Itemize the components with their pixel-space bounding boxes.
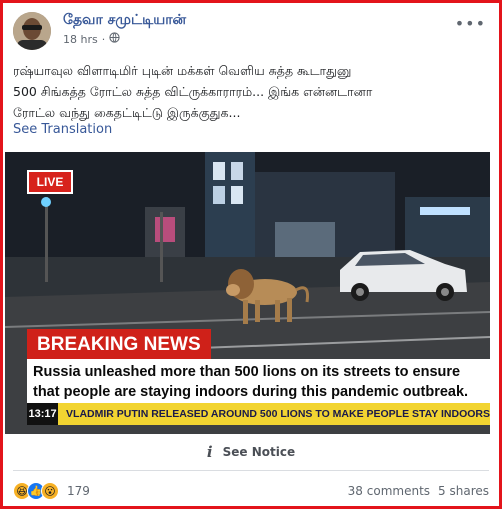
globe-icon [109, 32, 120, 46]
post-meta: 18 hrs · [63, 32, 120, 46]
divider [13, 470, 489, 471]
see-notice-button[interactable]: i See Notice [0, 440, 502, 464]
post-text: ரஷ்யாவுல விளாடிமிர் புடின் மக்கள் வெளிய … [13, 60, 491, 123]
live-badge: LIVE [27, 170, 73, 194]
author-name[interactable]: தேவா சமுட்டியான் [63, 12, 186, 30]
avatar[interactable] [13, 12, 51, 50]
see-notice-label: See Notice [222, 445, 296, 459]
headline-line: that people are staying indoors during t… [33, 384, 469, 400]
ticker-time: 13:17 [27, 403, 59, 425]
post-photo[interactable]: LIVE BREAKING NEWS Russia unleashed more… [5, 152, 490, 434]
reaction-count: 179 [67, 484, 90, 498]
comments-count-link[interactable]: 38 comments [348, 484, 430, 498]
shares-count-link[interactable]: 5 shares [438, 484, 489, 498]
headline-line: Russia unleashed more than 500 lions on … [33, 364, 461, 380]
wow-reaction-icon: 😮 [41, 482, 59, 500]
post-stats: 38 comments 5 shares [348, 484, 489, 498]
info-icon: i [206, 443, 213, 461]
breaking-news-banner: BREAKING NEWS [27, 329, 211, 360]
post-time[interactable]: 18 hrs [63, 33, 98, 46]
more-options-icon[interactable]: ••• [455, 14, 486, 33]
news-headline: Russia unleashed more than 500 lions on … [27, 359, 490, 403]
post-text-line: ரோட்ல வந்து கைதட்டிட்டு இருக்குதுக... [13, 105, 241, 120]
news-ticker: 13:17 VLADMIR PUTIN RELEASED AROUND 500 … [27, 403, 490, 425]
see-translation-link[interactable]: See Translation [13, 122, 112, 137]
reactions-summary[interactable]: 😆 👍 😮 179 [13, 482, 90, 500]
ticker-text: VLADMIR PUTIN RELEASED AROUND 500 LIONS … [66, 408, 490, 420]
post-text-line: ரஷ்யாவுல விளாடிமிர் புடின் மக்கள் வெளிய … [13, 63, 352, 78]
post-text-line: 500 சிங்கத்த ரோட்ல சுத்த விட்ருக்காராரம்… [13, 84, 373, 99]
